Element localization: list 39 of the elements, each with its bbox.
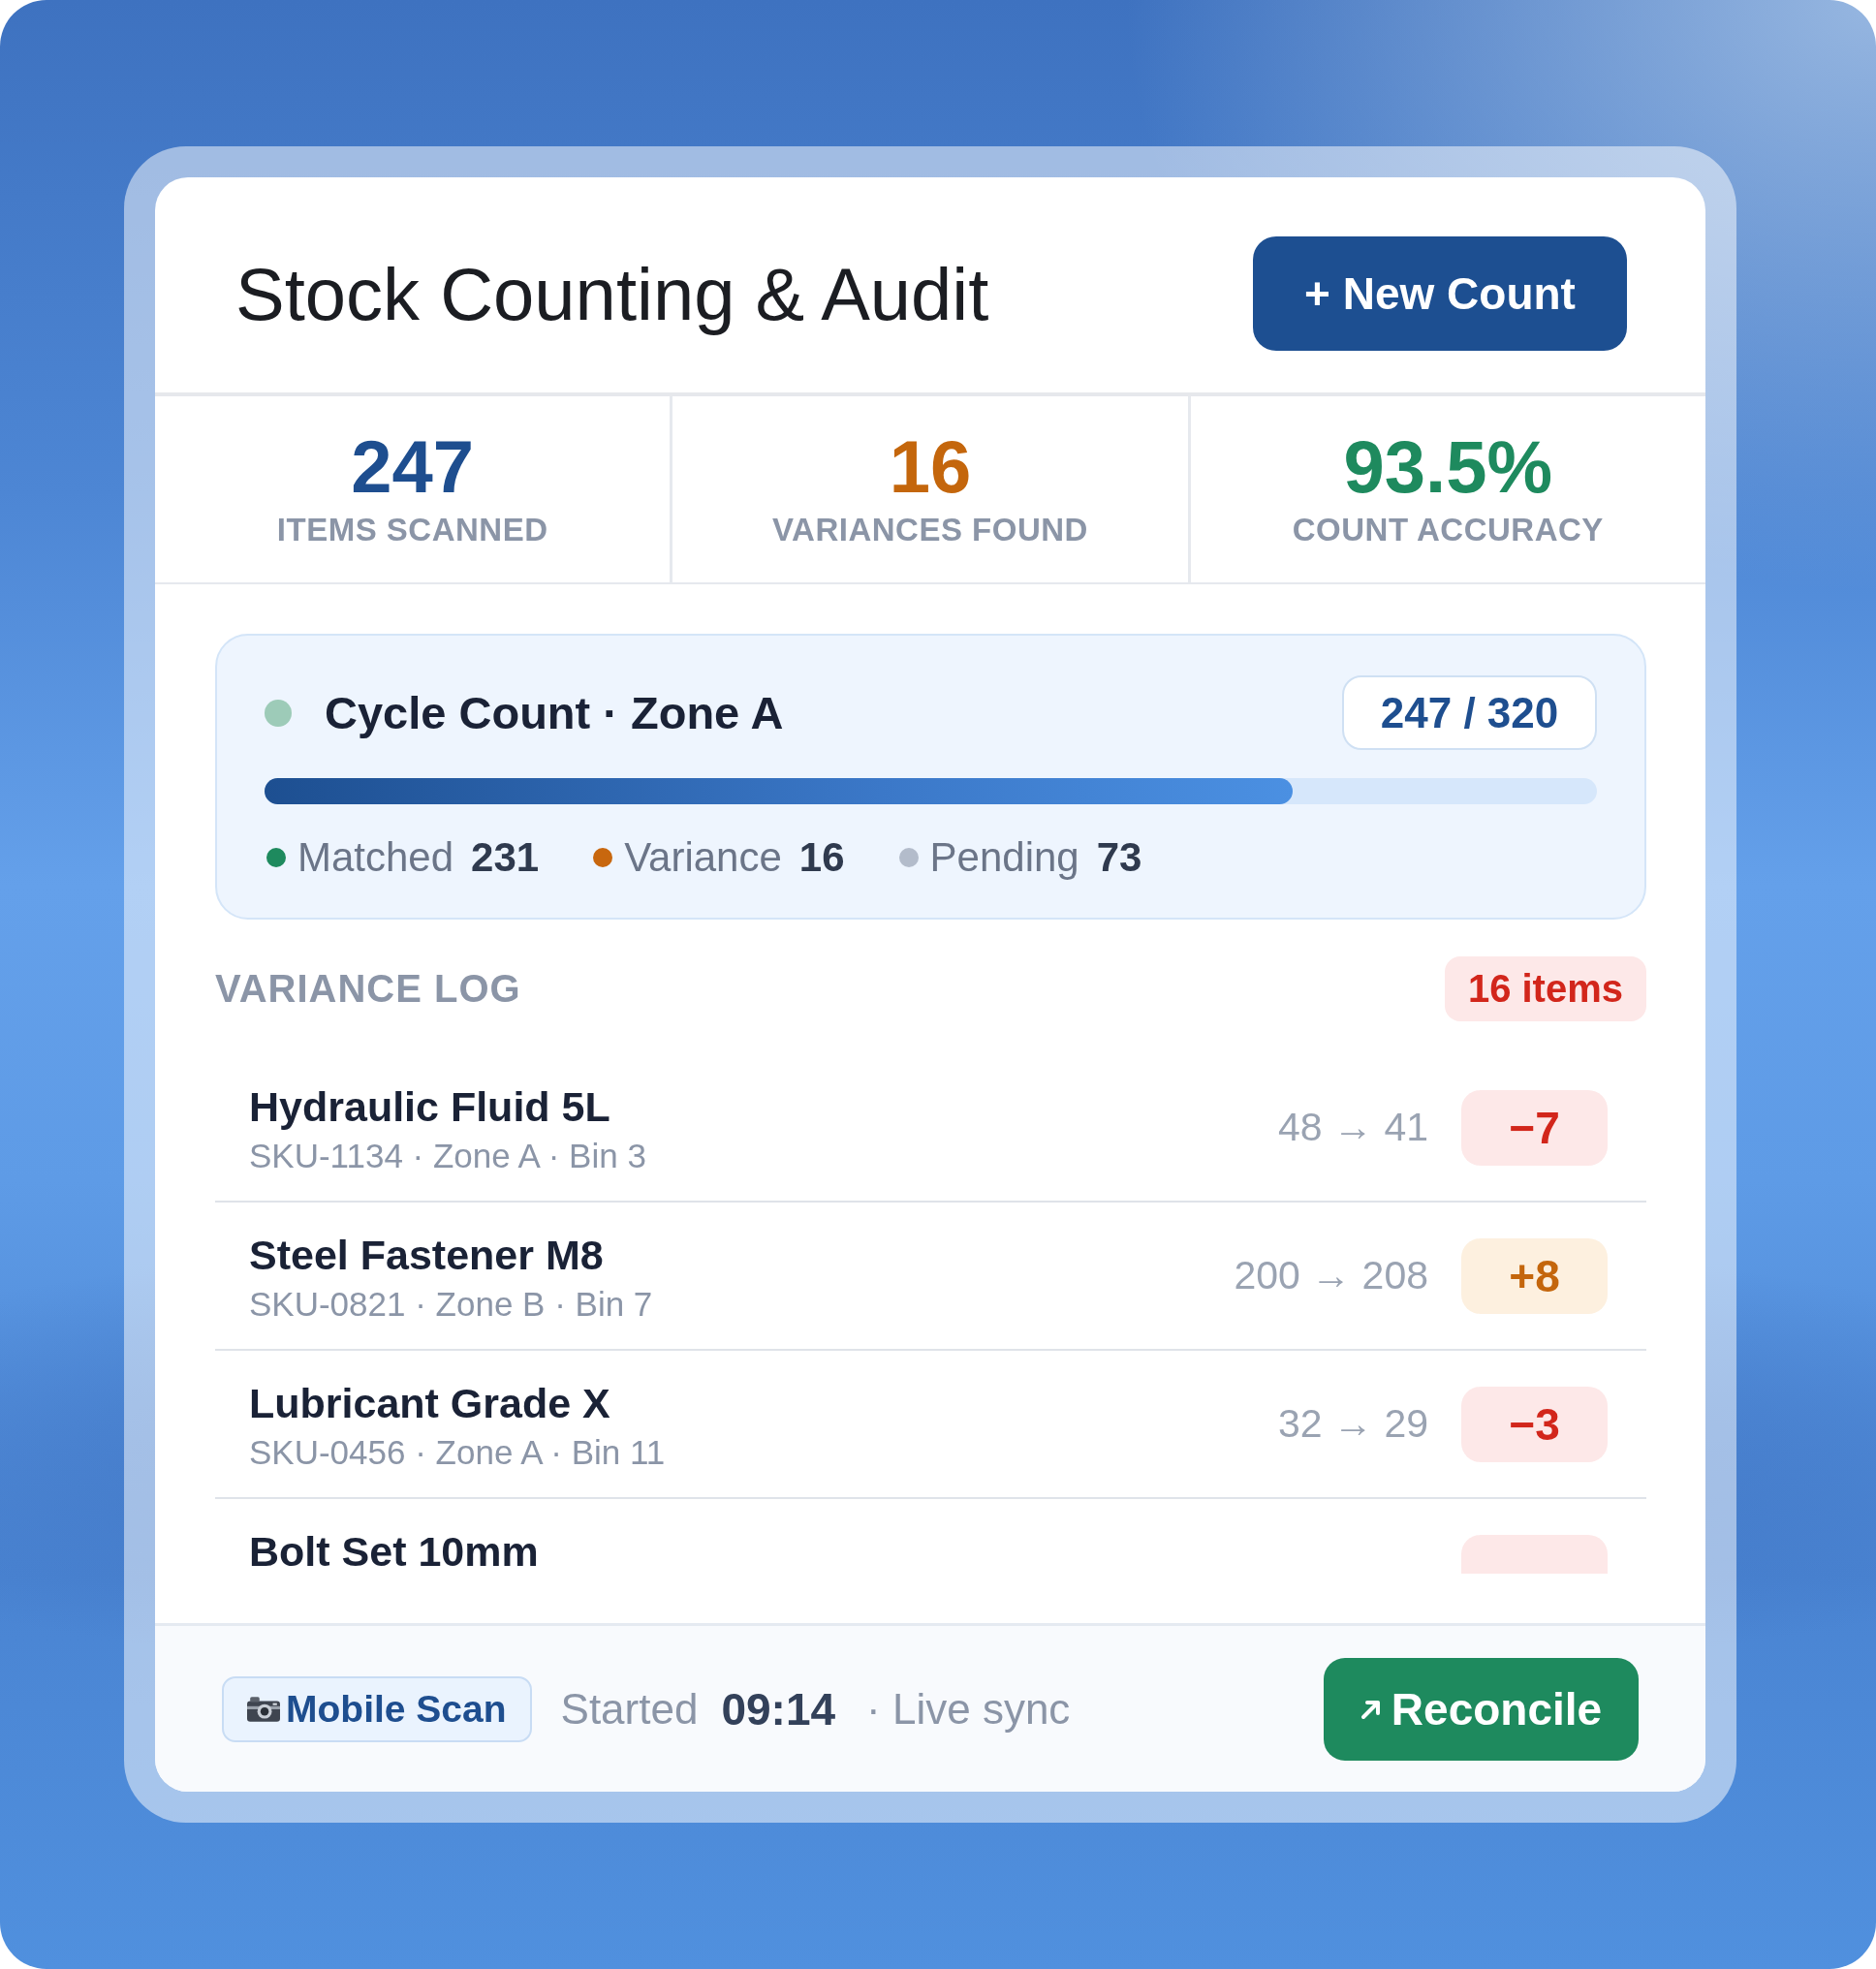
quantity-change: 200 → 208 [1234,1253,1428,1298]
legend-count: 73 [1096,834,1142,881]
item-count-badge: 16 items [1444,956,1646,1021]
count-badge: 247 / 320 [1342,675,1597,750]
stat-value: 93.5% [1343,428,1553,506]
camera-icon [247,1696,280,1722]
status-dot-icon [265,699,292,727]
stat-label: COUNT ACCURACY [1292,511,1604,549]
item-details: SKU-0821 · Zone B · Bin 7 [249,1284,654,1325]
item-name: Bolt Set 10mm [249,1527,540,1574]
legend-count: 16 [798,834,845,881]
quantity-change: 32 → 29 [1278,1401,1428,1447]
delta-badge: +8 [1461,1237,1608,1314]
delta-badge: −7 [1461,1089,1608,1166]
stat-label: ITEMS SCANNED [276,511,548,549]
cycle-title: Cycle Count · Zone A [325,686,784,739]
item-name: Lubricant Grade X [249,1379,611,1428]
stat-value: 16 [889,428,972,506]
new-count-button[interactable]: + New Count [1253,236,1627,351]
item-name: Steel Fastener M8 [249,1231,605,1280]
item-name: Hydraulic Fluid 5L [249,1082,611,1132]
legend-label: Pending [929,834,1079,881]
legend-label: Matched [297,834,454,881]
item-details: SKU-0456 · Zone A · Bin 11 [249,1432,667,1473]
sync-status: · Live sync [866,1684,1071,1734]
legend-label: Variance [624,834,782,881]
section-title: VARIANCE LOG [215,967,521,1011]
quantity-change: 48 → 41 [1278,1105,1428,1150]
page-title: Stock Counting & Audit [235,251,989,336]
reconcile-button[interactable]: Reconcile [1324,1657,1639,1761]
started-label: Started [560,1684,699,1734]
legend-count: 231 [471,834,540,881]
arrow-icon [1360,1698,1382,1720]
delta-badge: −3 [1461,1386,1608,1462]
item-details: SKU-1134 · Zone A · Bin 3 [249,1136,647,1176]
mobile-scan-button[interactable]: Mobile Scan [222,1675,532,1742]
stat-value: 247 [351,428,475,506]
stat-label: VARIANCES FOUND [772,511,1088,549]
start-time: 09:14 [721,1682,836,1735]
